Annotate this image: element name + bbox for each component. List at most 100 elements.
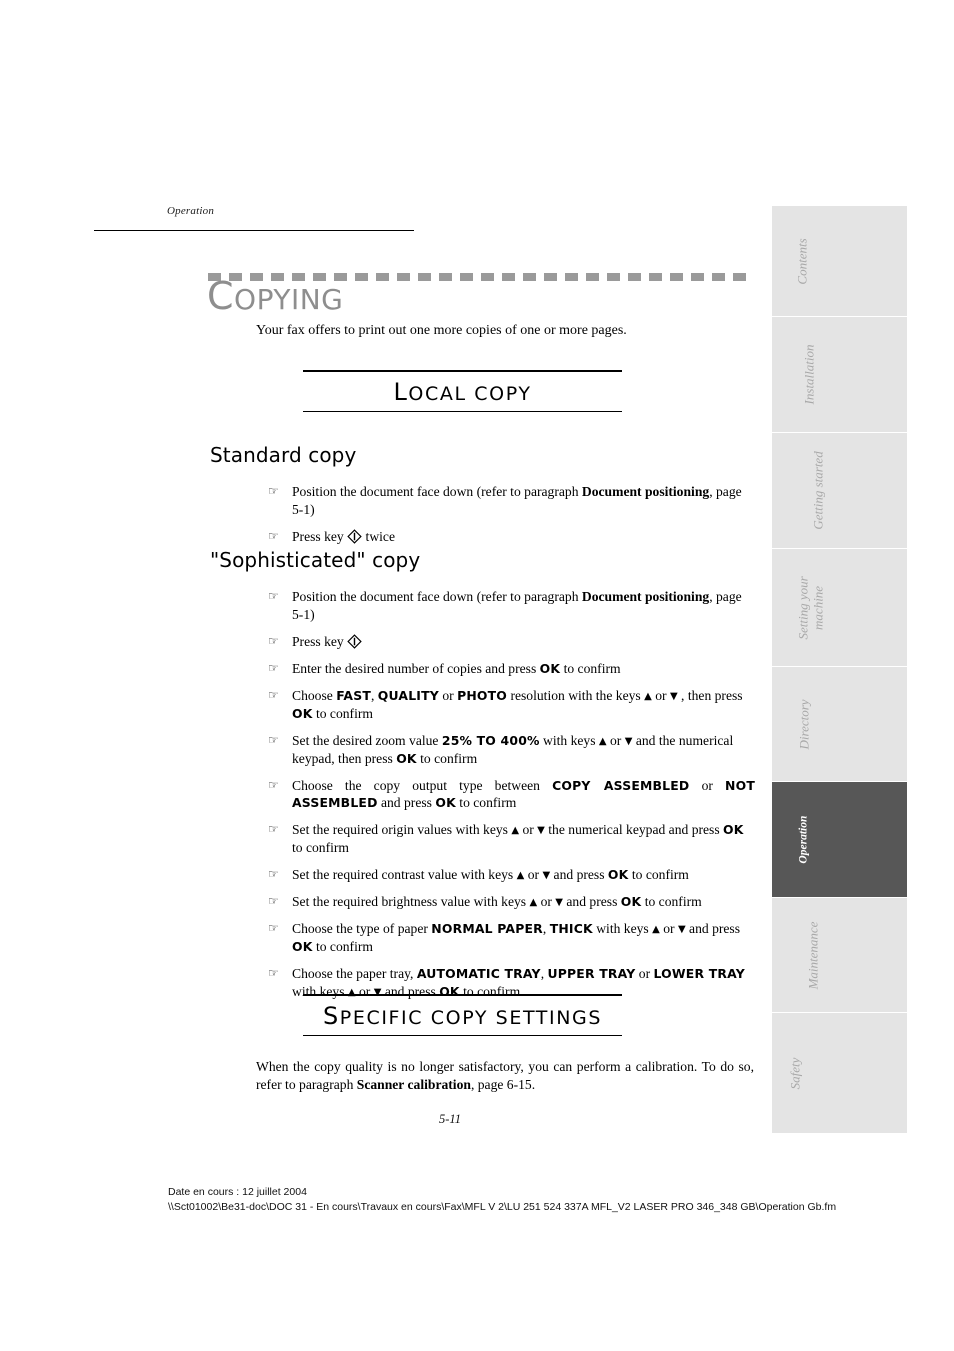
pointing-hand-bullet-icon: ☞	[268, 589, 279, 603]
instruction-step: ☞ Choose the copy output type between COP…	[268, 777, 755, 813]
section-title-local-copy: LOCAL COPY	[303, 372, 622, 411]
step-text: or	[519, 822, 538, 838]
step-text: to confirm	[641, 894, 702, 910]
step-text: Position the document face down (refer t…	[292, 484, 582, 499]
instruction-step-body: Enter the desired number of copies and p…	[292, 661, 621, 676]
instruction-step: ☞ Position the document face down (refer …	[268, 588, 755, 624]
key-label: QUALITY	[377, 687, 439, 703]
step-text: the numerical keypad and press	[544, 822, 724, 838]
section-title-rest: OCAL COPY	[408, 382, 532, 405]
emphasis-text: Document positioning	[581, 589, 710, 604]
instruction-step: ☞ Choose FAST, QUALITY or PHOTO resolutio…	[268, 687, 755, 723]
step-text: and press	[563, 894, 621, 910]
step-text: ,	[371, 687, 378, 703]
closing-paragraph: When the copy quality is no longer satis…	[256, 1058, 754, 1095]
instruction-step-body: Choose the type of paper NORMAL PAPER, T…	[292, 921, 740, 954]
pointing-hand-bullet-icon: ☞	[268, 822, 279, 837]
emphasis-text: Document positioning	[581, 484, 710, 499]
instruction-step-body: Position the document face down (refer t…	[292, 484, 742, 517]
instruction-step: ☞ Set the desired zoom value 25% TO 400% …	[268, 732, 755, 768]
tab-label-wrapper: Installation	[772, 317, 907, 432]
step-text: Choose	[292, 687, 337, 703]
step-text: to confirm	[628, 867, 689, 883]
arrow-down-icon: ▼	[677, 924, 686, 936]
step-text: Choose the copy output type between	[292, 777, 553, 793]
step-text: with keys	[539, 732, 599, 748]
step-text: or	[659, 921, 678, 937]
tab-label: Installation	[801, 344, 817, 405]
standard-copy-step-list: ☞ Position the document face down (refer …	[268, 483, 755, 555]
tab-label: Maintenance	[805, 921, 821, 989]
tab-label-wrapper: Getting started	[772, 433, 907, 548]
step-text: and press	[685, 921, 741, 937]
step-text: Enter the desired number of copies and p…	[292, 660, 540, 676]
arrow-down-icon: ▼	[542, 870, 551, 882]
pointing-hand-bullet-icon: ☞	[268, 732, 279, 747]
instruction-step-body: Press key twice	[292, 529, 395, 544]
pointing-hand-bullet-icon: ☞	[268, 966, 279, 980]
tab-label-wrapper: Operation	[772, 782, 907, 897]
key-label: COPY ASSEMBLED	[552, 777, 690, 793]
chapter-title-capital: C	[207, 274, 235, 318]
key-label: AUTOMATIC TRAY	[416, 966, 541, 981]
step-text: , page 6-15.	[470, 1077, 536, 1093]
step-text: Set the required brightness value with k…	[292, 894, 530, 910]
arrow-up-icon: ▲	[511, 825, 520, 837]
instruction-step-body: Set the desired zoom value 25% TO 400% w…	[292, 733, 733, 766]
key-label: 25% TO 400%	[441, 732, 540, 748]
tab-setting-your-machine[interactable]: Setting your machine	[772, 549, 907, 666]
step-text: ,	[542, 921, 550, 937]
tab-operation[interactable]: Operation	[772, 782, 907, 897]
tab-maintenance[interactable]: Maintenance	[772, 898, 907, 1012]
step-text: or	[651, 687, 670, 703]
footer-path-line: \\Sct01002\Be31-doc\DOC 31 - En cours\Tr…	[168, 1201, 837, 1214]
section-heading-specific-copy-settings: SPECIFIC COPY SETTINGS	[303, 994, 622, 1037]
section-rule-bottom	[303, 410, 622, 413]
tab-installation[interactable]: Installation	[772, 317, 907, 432]
key-label: OK	[292, 939, 313, 955]
instruction-step: ☞ Position the document face down (refer …	[268, 483, 755, 519]
page-number: 5-11	[439, 1112, 461, 1126]
tab-label: Contents	[794, 237, 810, 285]
instruction-step-body: Set the required contrast value with key…	[292, 867, 689, 882]
step-text: or	[524, 867, 543, 883]
tab-safety[interactable]: Safety	[772, 1013, 907, 1133]
tab-label: Operation	[797, 815, 810, 864]
step-text: Set the desired zoom value	[292, 732, 442, 748]
subheading-standard-copy: Standard copy	[210, 443, 357, 467]
instruction-step: ☞ Press key twice	[268, 528, 755, 546]
tab-label-wrapper: Safety	[772, 1013, 907, 1133]
instruction-step: ☞ Choose the type of paper NORMAL PAPER, …	[268, 920, 755, 956]
key-label: OK	[620, 894, 642, 910]
chapter-dashed-band	[208, 273, 750, 281]
tab-getting-started[interactable]: Getting started	[772, 433, 907, 548]
key-label: OK	[435, 795, 456, 811]
instruction-step-body: Choose FAST, QUALITY or PHOTO resolution…	[292, 688, 743, 721]
key-label: THICK	[549, 921, 593, 937]
tab-label: Setting your machine	[795, 575, 826, 640]
step-text: to confirm	[312, 939, 373, 955]
pointing-hand-bullet-icon: ☞	[268, 894, 279, 909]
tab-label-wrapper: Directory	[772, 667, 907, 781]
step-text: or	[689, 777, 726, 793]
step-text: resolution with the keys	[507, 687, 645, 703]
pointing-hand-bullet-icon: ☞	[268, 484, 279, 498]
tab-contents[interactable]: Contents	[772, 206, 907, 316]
document-footer: Date en cours : 12 juillet 2004 \\Sct010…	[168, 1185, 836, 1215]
tab-label: Safety	[787, 1057, 803, 1089]
copy-key-icon	[347, 634, 362, 649]
pointing-hand-bullet-icon: ☞	[268, 660, 279, 675]
step-text: with keys	[592, 921, 653, 937]
arrow-down-icon: ▼	[555, 897, 563, 909]
tab-directory[interactable]: Directory	[772, 667, 907, 781]
section-heading-local-copy: LOCAL COPY	[303, 370, 622, 413]
key-label: OK	[607, 867, 629, 883]
arrow-up-icon: ▲	[652, 924, 660, 936]
pointing-hand-bullet-icon: ☞	[268, 633, 279, 648]
step-text: or	[606, 732, 625, 748]
footer-date-line: Date en cours : 12 juillet 2004	[168, 1186, 307, 1198]
key-label: FAST	[336, 687, 371, 703]
key-label: OK	[396, 750, 417, 766]
step-text: or	[635, 966, 654, 981]
instruction-step: ☞ Enter the desired number of copies and …	[268, 660, 755, 678]
